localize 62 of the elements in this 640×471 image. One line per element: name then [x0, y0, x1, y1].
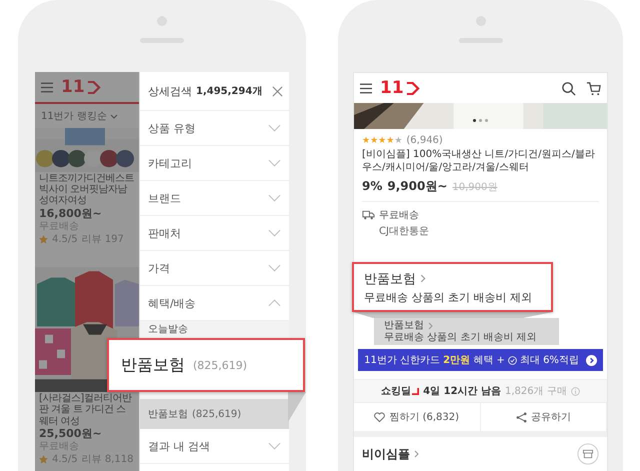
callout-count: (825,619)	[193, 358, 248, 372]
chevron-icon	[268, 194, 281, 202]
callout-note: 무료배송 상품의 초기 배송비 제외	[364, 290, 533, 304]
return-insurance-note: 무료배송 상품의 초기 배송비 제외	[384, 332, 537, 343]
star-rating: ★★★★★	[362, 135, 402, 146]
deal-mark-icon	[412, 388, 420, 394]
chevron-icon	[268, 229, 281, 237]
seller-link[interactable]: 비이심플	[362, 446, 410, 462]
callout-shadow	[288, 392, 306, 422]
share-icon	[516, 412, 527, 422]
heart-icon	[374, 412, 386, 422]
product-title: [비이심플] 100%국내생산 니트/가디건/원피스/블라우스/캐시미어/울/앙고라/겨울/스웨터	[362, 148, 596, 174]
carousel-dots	[473, 119, 488, 122]
chevron-icon	[268, 124, 281, 132]
product-price: 9,900원~	[387, 178, 448, 195]
filter-section[interactable]: 브랜드	[140, 181, 289, 216]
star-icon	[39, 234, 48, 244]
chevron-icon	[268, 159, 281, 167]
sold-count: 1,826개 구매	[505, 385, 567, 398]
deal-brand: 쇼킹딜	[381, 385, 412, 398]
chevron-right-icon	[414, 450, 419, 458]
logo-text: 11	[61, 78, 85, 96]
filter-section[interactable]: 판매처	[140, 216, 289, 251]
chevron-right-icon	[420, 274, 426, 283]
menu-icon[interactable]	[360, 82, 372, 94]
callout-label: 반품보험	[364, 270, 416, 288]
product-title[interactable]: 니트조끼가디건베스트빅사이 오버핏남자남성여자여성	[35, 173, 139, 207]
return-insurance-link[interactable]: 반품보험	[384, 320, 424, 332]
filter-section[interactable]: 가격	[140, 251, 289, 286]
chevron-icon	[268, 299, 281, 307]
cart-icon[interactable]	[586, 80, 601, 96]
product-price: 16,800원~	[38, 208, 103, 220]
chevron-icon	[268, 442, 281, 450]
truck-icon	[362, 210, 375, 220]
callout-label: 반품보험	[121, 354, 185, 376]
chevron-down-icon	[110, 114, 118, 118]
store-icon[interactable]	[577, 443, 599, 465]
search-icon[interactable]	[561, 80, 576, 96]
filter-section[interactable]: 카테고리	[140, 146, 289, 181]
review-count: (6,946)	[406, 135, 443, 146]
discount-rate: 9%	[362, 179, 382, 193]
check-circle-icon	[508, 356, 517, 364]
star-icon	[39, 455, 48, 464]
chevron-right-icon	[428, 322, 433, 330]
filter-section[interactable]: 상품 유형	[140, 111, 289, 146]
panel-title: 상세검색	[148, 84, 192, 98]
delivery-label[interactable]: 무료배송	[379, 208, 419, 222]
logo-text: 11	[380, 80, 404, 96]
filter-section[interactable]: 결과 내 검색	[140, 429, 289, 464]
product-title[interactable]: [사라걸스]컬러티어반판 겨울 트 가디건 스웨터 여성	[35, 393, 139, 427]
logo-icon	[404, 82, 420, 94]
courier-name: CJ대한통운	[378, 225, 430, 238]
logo-icon	[86, 80, 101, 94]
time-remaining: 4일 12시간 남음	[423, 385, 502, 398]
result-count: 1,495,294개	[196, 85, 264, 98]
card-benefit-banner[interactable]: 11번가 신한카드 2만원 혜택 + 최대 6%적립	[358, 349, 603, 371]
original-price: 10,900원	[452, 181, 498, 194]
product-price: 25,500원~	[38, 428, 103, 440]
chevron-icon	[268, 264, 281, 272]
arrow-circle-icon	[586, 354, 597, 366]
filter-option[interactable]: 반품보험 (825,619)	[140, 399, 289, 429]
close-icon[interactable]	[272, 86, 283, 96]
